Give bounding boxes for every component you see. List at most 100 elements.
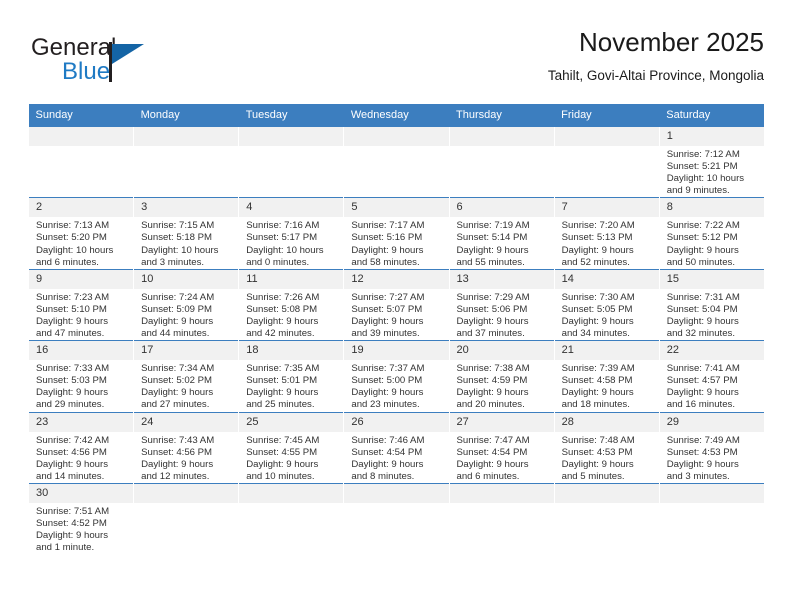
day-details: Sunrise: 7:33 AM Sunset: 5:03 PM Daylight:…	[29, 360, 133, 411]
calendar-day-cell[interactable]: 23 Sunrise: 7:42 AM Sunset: 4:56 PM Dayligh…	[27, 411, 134, 484]
brand-logo[interactable]: General Blue	[31, 34, 221, 94]
daylight-text-line1: Daylight: 9 hours	[141, 387, 214, 399]
calendar-day-cell[interactable]: 2 Sunrise: 7:13 AM Sunset: 5:20 PM Daylight…	[27, 197, 134, 270]
sunrise-text: Sunrise: 7:30 AM	[561, 291, 635, 303]
sunset-text: Sunset: 4:57 PM	[666, 375, 738, 387]
day-number: 19	[344, 341, 449, 361]
day-number: 17	[134, 341, 239, 361]
daylight-text-line1: Daylight: 9 hours	[141, 458, 214, 470]
daylight-text-line1: Daylight: 9 hours	[36, 530, 108, 542]
calendar-day-cell[interactable]: 18 Sunrise: 7:35 AM Sunset: 5:01 PM Dayligh…	[238, 340, 344, 412]
calendar-day-cell-empty	[133, 482, 239, 558]
day-number: 21	[554, 341, 659, 361]
sunset-text: Sunset: 5:13 PM	[561, 232, 633, 244]
calendar-page: General Blue November 2025 Tahilt, Govi-…	[0, 0, 792, 612]
calendar-day-cell[interactable]: 8 Sunrise: 7:22 AM Sunset: 5:12 PM Daylight…	[658, 197, 765, 270]
weekday-header-friday: Friday	[554, 104, 660, 127]
weekday-header-sunday: Sunday	[28, 104, 134, 127]
calendar-day-cell[interactable]: 26 Sunrise: 7:46 AM Sunset: 4:54 PM Dayligh…	[343, 411, 449, 484]
day-number	[134, 483, 239, 503]
day-number: 14	[554, 269, 659, 289]
calendar-day-cell[interactable]: 24 Sunrise: 7:43 AM Sunset: 4:56 PM Dayligh…	[133, 411, 239, 484]
sunrise-text: Sunrise: 7:16 AM	[246, 220, 320, 232]
calendar-day-cell[interactable]: 3 Sunrise: 7:15 AM Sunset: 5:18 PM Daylight…	[133, 197, 239, 270]
day-number: 13	[449, 269, 554, 289]
sunset-text: Sunset: 5:12 PM	[666, 232, 738, 244]
calendar-day-cell[interactable]: 21 Sunrise: 7:39 AM Sunset: 4:58 PM Dayligh…	[553, 340, 660, 412]
day-number: 25	[239, 412, 344, 432]
title-block: November 2025 Tahilt, Govi-Altai Provinc…	[548, 26, 764, 86]
day-number: 2	[29, 198, 134, 218]
calendar-day-cell-empty	[238, 482, 344, 558]
sunset-text: Sunset: 5:06 PM	[456, 303, 528, 315]
day-details: Sunrise: 7:34 AM Sunset: 5:02 PM Daylight:…	[134, 360, 238, 411]
day-details: Sunrise: 7:15 AM Sunset: 5:18 PM Daylight:…	[134, 217, 238, 268]
calendar-day-cell[interactable]: 17 Sunrise: 7:34 AM Sunset: 5:02 PM Dayligh…	[133, 340, 239, 412]
sunset-text: Sunset: 5:17 PM	[246, 232, 318, 244]
daylight-text-line2: and 34 minutes.	[561, 328, 630, 340]
day-number: 3	[134, 198, 239, 218]
sunrise-text: Sunrise: 7:48 AM	[561, 434, 635, 446]
sunset-text: Sunset: 5:08 PM	[246, 303, 318, 315]
daylight-text-line2: and 14 minutes.	[36, 470, 105, 482]
calendar-day-cell[interactable]: 7 Sunrise: 7:20 AM Sunset: 5:13 PM Daylight…	[553, 197, 660, 270]
daylight-text-line2: and 5 minutes.	[561, 470, 625, 482]
sunrise-text: Sunrise: 7:12 AM	[666, 149, 740, 160]
sunrise-text: Sunrise: 7:51 AM	[36, 505, 110, 517]
sunrise-text: Sunrise: 7:42 AM	[36, 434, 110, 446]
daylight-text-line2: and 20 minutes.	[456, 399, 525, 411]
calendar-day-cell-empty	[553, 482, 660, 558]
daylight-text-line1: Daylight: 9 hours	[246, 387, 319, 399]
daylight-text-line1: Daylight: 9 hours	[456, 315, 529, 327]
calendar-day-cell[interactable]: 4 Sunrise: 7:16 AM Sunset: 5:17 PM Daylight…	[238, 197, 344, 270]
sunrise-text: Sunrise: 7:34 AM	[141, 363, 215, 375]
daylight-text-line1: Daylight: 9 hours	[456, 387, 529, 399]
daylight-text-line2: and 10 minutes.	[246, 470, 315, 482]
calendar-day-cell[interactable]: 22 Sunrise: 7:41 AM Sunset: 4:57 PM Dayligh…	[658, 340, 765, 412]
day-number: 11	[239, 269, 344, 289]
calendar-day-cell[interactable]: 27 Sunrise: 7:47 AM Sunset: 4:54 PM Dayligh…	[448, 411, 555, 484]
daylight-text-line1: Daylight: 9 hours	[666, 387, 739, 399]
calendar-day-cell[interactable]: 30 Sunrise: 7:51 AM Sunset: 4:52 PM Dayligh…	[27, 482, 134, 558]
calendar-day-cell[interactable]: 6 Sunrise: 7:19 AM Sunset: 5:14 PM Daylight…	[448, 197, 555, 270]
calendar-day-cell[interactable]: 10 Sunrise: 7:24 AM Sunset: 5:09 PM Dayligh…	[133, 268, 239, 341]
day-details: Sunrise: 7:22 AM Sunset: 5:12 PM Daylight:…	[660, 217, 765, 268]
calendar-day-cell[interactable]: 16 Sunrise: 7:33 AM Sunset: 5:03 PM Dayligh…	[27, 340, 134, 412]
day-details: Sunrise: 7:47 AM Sunset: 4:54 PM Daylight:…	[450, 432, 554, 483]
calendar-day-cell[interactable]: 12 Sunrise: 7:27 AM Sunset: 5:07 PM Dayligh…	[343, 268, 449, 341]
calendar-day-cell-empty	[27, 125, 134, 198]
calendar-day-cell[interactable]: 19 Sunrise: 7:37 AM Sunset: 5:00 PM Dayligh…	[343, 340, 449, 412]
daylight-text-line1: Daylight: 9 hours	[351, 387, 424, 399]
day-details: Sunrise: 7:27 AM Sunset: 5:07 PM Daylight:…	[344, 289, 448, 340]
sunset-text: Sunset: 4:58 PM	[561, 375, 633, 387]
calendar-day-cell[interactable]: 13 Sunrise: 7:29 AM Sunset: 5:06 PM Dayligh…	[448, 268, 555, 341]
calendar-day-cell[interactable]: 9 Sunrise: 7:23 AM Sunset: 5:10 PM Daylight…	[27, 268, 134, 341]
day-details: Sunrise: 7:37 AM Sunset: 5:00 PM Daylight:…	[344, 360, 448, 411]
sunset-text: Sunset: 4:54 PM	[456, 446, 528, 458]
daylight-text-line2: and 23 minutes.	[351, 399, 420, 411]
sunrise-text: Sunrise: 7:43 AM	[141, 434, 215, 446]
day-details: Sunrise: 7:31 AM Sunset: 5:04 PM Daylight:…	[660, 289, 765, 340]
calendar-day-cell[interactable]: 1 Sunrise: 7:12 AM Sunset: 5:21 PM Daylight…	[658, 125, 765, 198]
calendar-day-cell[interactable]: 14 Sunrise: 7:30 AM Sunset: 5:05 PM Dayligh…	[553, 268, 660, 341]
day-number: 9	[29, 269, 134, 289]
calendar-day-cell[interactable]: 28 Sunrise: 7:48 AM Sunset: 4:53 PM Dayligh…	[553, 411, 660, 484]
day-details: Sunrise: 7:13 AM Sunset: 5:20 PM Daylight:…	[29, 217, 133, 268]
daylight-text-line2: and 6 minutes.	[456, 470, 520, 482]
calendar-day-cell[interactable]: 29 Sunrise: 7:49 AM Sunset: 4:53 PM Dayligh…	[658, 411, 765, 484]
daylight-text-line1: Daylight: 9 hours	[36, 458, 108, 470]
sunset-text: Sunset: 5:07 PM	[351, 303, 423, 315]
day-details: Sunrise: 7:48 AM Sunset: 4:53 PM Daylight:…	[555, 432, 659, 483]
daylight-text-line1: Daylight: 10 hours	[141, 244, 219, 256]
calendar-day-cell[interactable]: 5 Sunrise: 7:17 AM Sunset: 5:16 PM Daylight…	[343, 197, 449, 270]
daylight-text-line1: Daylight: 9 hours	[246, 315, 319, 327]
calendar-day-cell[interactable]: 11 Sunrise: 7:26 AM Sunset: 5:08 PM Dayligh…	[238, 268, 344, 341]
calendar-day-cell[interactable]: 20 Sunrise: 7:38 AM Sunset: 4:59 PM Dayligh…	[448, 340, 555, 412]
sunrise-text: Sunrise: 7:23 AM	[36, 291, 110, 303]
calendar-day-cell[interactable]: 15 Sunrise: 7:31 AM Sunset: 5:04 PM Dayligh…	[658, 268, 765, 341]
sunrise-text: Sunrise: 7:39 AM	[561, 363, 635, 375]
day-details: Sunrise: 7:24 AM Sunset: 5:09 PM Daylight:…	[134, 289, 238, 340]
daylight-text-line2: and 55 minutes.	[456, 256, 525, 268]
calendar-day-cell[interactable]: 25 Sunrise: 7:45 AM Sunset: 4:55 PM Dayligh…	[238, 411, 344, 484]
daylight-text-line2: and 42 minutes.	[246, 328, 315, 340]
